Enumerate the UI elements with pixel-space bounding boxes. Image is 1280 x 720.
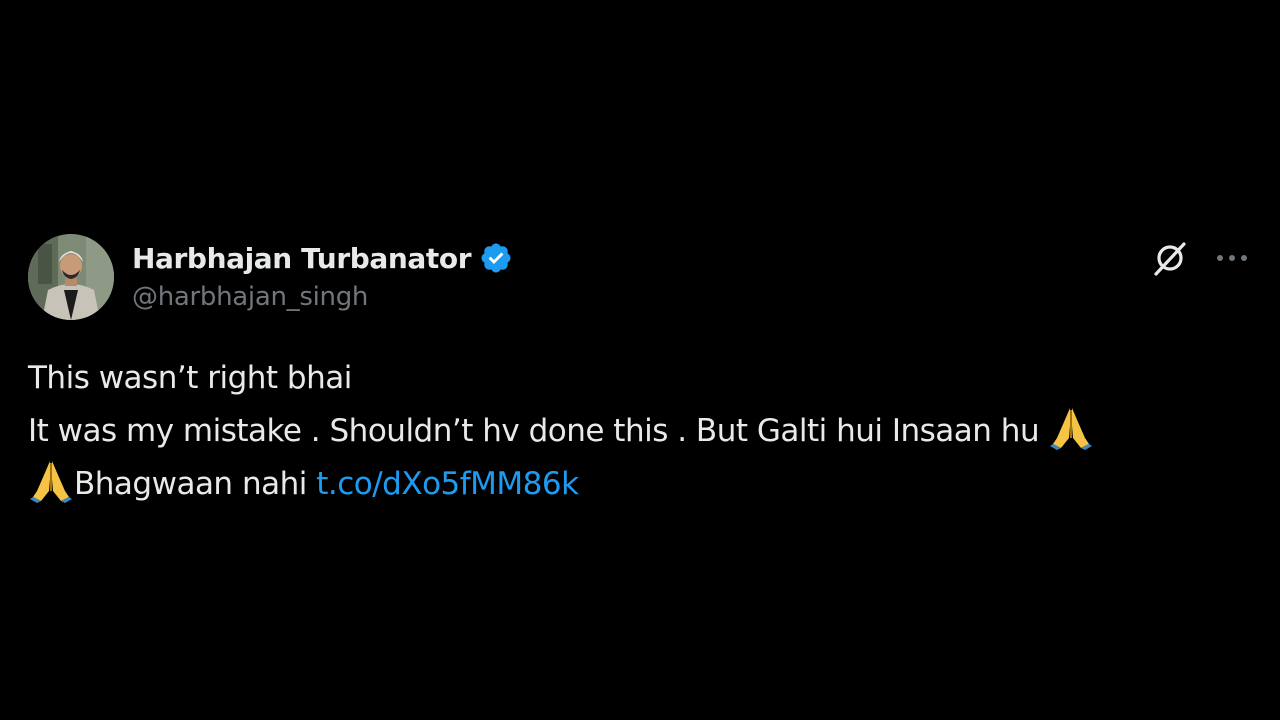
tweet-line-3: Bhagwaan nahi t.co/dXo5fMM86k <box>28 457 1252 510</box>
name-row: Harbhajan Turbanator <box>132 238 513 278</box>
verified-badge-icon[interactable] <box>479 241 513 275</box>
folded-hands-emoji-icon <box>28 457 74 503</box>
tweet-line-1: This wasn’t right bhai <box>28 360 352 396</box>
author-avatar[interactable] <box>28 234 114 320</box>
tweet-header: Harbhajan Turbanator @harbhajan_singh <box>28 234 1252 324</box>
folded-hands-emoji-icon <box>1048 404 1094 450</box>
tweet-card: Harbhajan Turbanator @harbhajan_singh Th… <box>0 0 1280 720</box>
grok-icon[interactable] <box>1150 238 1190 278</box>
tweet-link[interactable]: t.co/dXo5fMM86k <box>316 466 579 502</box>
author-handle[interactable]: @harbhajan_singh <box>132 282 513 312</box>
more-options-icon[interactable] <box>1212 238 1252 278</box>
tweet-line-3-text: Bhagwaan nahi <box>74 466 317 502</box>
tweet-line-2: It was my mistake . Shouldn’t hv done th… <box>28 404 1252 457</box>
author-info: Harbhajan Turbanator @harbhajan_singh <box>132 238 513 312</box>
tweet-text: This wasn’t right bhai It was my mistake… <box>28 352 1252 510</box>
avatar-photo <box>28 234 114 320</box>
tweet-line-2-text: It was my mistake . Shouldn’t hv done th… <box>28 413 1049 449</box>
author-display-name[interactable]: Harbhajan Turbanator <box>132 242 472 275</box>
